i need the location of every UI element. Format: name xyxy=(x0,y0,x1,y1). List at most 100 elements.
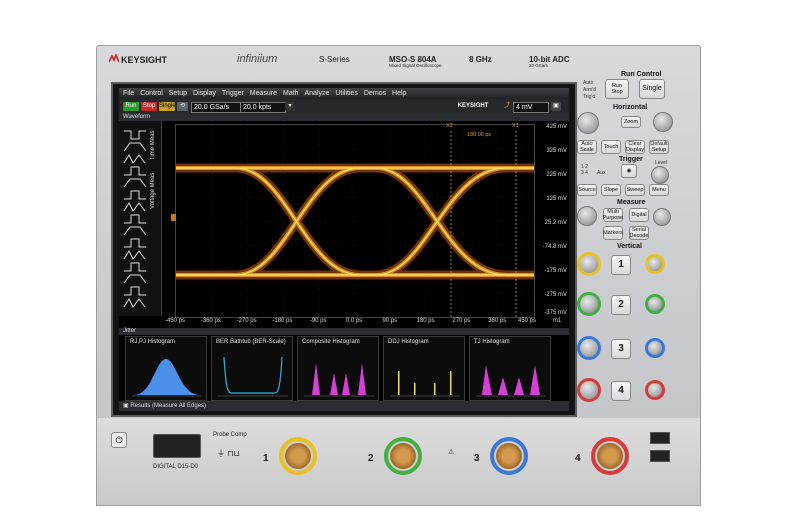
trigger-level-field[interactable]: 4 mV xyxy=(513,102,549,113)
ber-bathtub-histogram[interactable]: BER Bathtub (BER-Scale) xyxy=(211,336,293,401)
position-knob[interactable] xyxy=(577,206,597,226)
histogram-title: BER Bathtub (BER-Scale) xyxy=(216,339,286,345)
serial-decode-button[interactable]: Serial Decode xyxy=(629,226,649,240)
power-button-icon[interactable]: ⏻ xyxy=(111,432,127,448)
trigger-menu-button[interactable]: Menu xyxy=(649,184,669,196)
touch-button[interactable]: Touch xyxy=(601,140,621,154)
composite-histogram[interactable]: Composite Histogram xyxy=(297,336,379,401)
touchscreen[interactable]: File Control Setup Display Trigger Measu… xyxy=(119,88,569,411)
run-button[interactable]: Run xyxy=(123,102,139,111)
x-tick-label: 450 ps xyxy=(517,318,537,324)
trigger-sweep-button[interactable]: Sweep xyxy=(625,184,645,196)
ddj-histogram[interactable]: DDJ Histogram xyxy=(383,336,465,401)
ch3-scale-knob[interactable] xyxy=(577,336,601,360)
probe-comp-label: Probe Comp xyxy=(213,432,247,438)
memory-depth-field[interactable]: 20.0 kpts xyxy=(240,102,286,113)
horizontal-scale-knob[interactable] xyxy=(577,112,599,134)
usb-port-top[interactable] xyxy=(650,432,670,444)
trigger-slope-button[interactable]: Slope xyxy=(601,184,621,196)
single-button[interactable]: Single xyxy=(159,102,176,111)
channel-1-bnc-input[interactable] xyxy=(279,437,317,475)
ch2-scale-knob[interactable] xyxy=(577,292,601,316)
touchscreen-frame: File Control Setup Display Trigger Measu… xyxy=(111,82,577,417)
series-label: S-Series xyxy=(319,55,350,64)
ch1-button[interactable]: 1 xyxy=(611,255,631,275)
run-stop-button[interactable]: Run Stop xyxy=(605,79,629,99)
window-restore-icon[interactable]: ▣ xyxy=(551,102,561,111)
stop-button[interactable]: Stop xyxy=(141,102,157,111)
bandwidth-label: 8 GHz xyxy=(469,55,492,64)
y-tick-label: 25.2 mV xyxy=(544,220,567,226)
auto-scale-button[interactable]: Auto Scale xyxy=(577,140,597,154)
usb-port-bottom[interactable] xyxy=(650,450,670,462)
x-tick-label: -90 ps xyxy=(309,318,327,324)
trigger-source-button[interactable]: Source xyxy=(577,184,597,196)
menu-help[interactable]: Help xyxy=(392,90,406,97)
sample-rate-field[interactable]: 20.0 GSa/s xyxy=(191,102,241,113)
trigger-level-knob[interactable] xyxy=(651,166,669,184)
multi-purpose-button[interactable]: Multi Purpose xyxy=(603,208,623,222)
probe-comp-terminals-icon[interactable]: ⏚ ⊓⊔ xyxy=(217,448,240,459)
menu-demos[interactable]: Demos xyxy=(364,90,386,97)
menu-math[interactable]: Math xyxy=(283,90,299,97)
ch3-button[interactable]: 3 xyxy=(611,339,631,359)
menu-setup[interactable]: Setup xyxy=(169,90,187,97)
ch3-offset-knob[interactable] xyxy=(645,338,665,358)
menu-display[interactable]: Display xyxy=(193,90,216,97)
horizontal-position-knob[interactable] xyxy=(653,112,673,132)
zoom-button[interactable]: Zoom xyxy=(621,116,641,128)
eye-diagram-plot[interactable]: X2 X1 180.00 ps xyxy=(171,123,539,318)
measure-knob[interactable] xyxy=(653,208,671,226)
settings-icon[interactable]: ▾ xyxy=(285,102,295,111)
cursor-x2-label[interactable]: X2 xyxy=(446,123,453,129)
auto-scale-icon[interactable]: ⟲ xyxy=(177,102,188,111)
ch4-button[interactable]: 4 xyxy=(611,381,631,401)
menu-utilities[interactable]: Utilities xyxy=(335,90,358,97)
x-tick-label: 90 ps xyxy=(382,318,398,324)
x-tick-label: 360 ps xyxy=(488,318,507,324)
y-tick-label: -74.8 mV xyxy=(542,244,567,250)
tj-histogram[interactable]: TJ Histogram xyxy=(469,336,551,401)
toolbar: Run Stop Single ⟲ 20.0 GSa/s 20.0 kpts ▾… xyxy=(119,99,569,114)
measure-title: Measure xyxy=(617,199,646,206)
ch4-offset-knob[interactable] xyxy=(645,380,665,400)
tj-histogram-graphic xyxy=(476,365,546,397)
histogram-title: DDJ Histogram xyxy=(388,339,429,345)
menu-file[interactable]: File xyxy=(123,90,134,97)
ber-bathtub-graphic xyxy=(218,356,288,397)
histogram-title: TJ Histogram xyxy=(474,339,510,345)
channel-3-bnc-input[interactable] xyxy=(490,437,528,475)
cursor-x1-label[interactable]: X1 xyxy=(512,123,519,129)
default-setup-button[interactable]: Default Setup xyxy=(649,140,669,154)
channel-4-bnc-input[interactable] xyxy=(591,437,629,475)
ch2-button[interactable]: 2 xyxy=(611,295,631,315)
ch1-offset-knob[interactable] xyxy=(645,254,665,274)
measurement-side-panel: Time Meas Voltage Meas xyxy=(119,121,162,316)
single-button-hw[interactable]: Single xyxy=(639,79,665,99)
menu-analyze[interactable]: Analyze xyxy=(305,90,330,97)
tab-voltage-meas[interactable]: Voltage Meas xyxy=(150,167,160,215)
ground-marker-icon[interactable] xyxy=(171,214,176,221)
digital-button[interactable]: Digital xyxy=(629,208,649,222)
run-control-title: Run Control xyxy=(621,71,662,78)
warning-icon: ⚠ xyxy=(448,449,455,456)
clear-display-button[interactable]: Clear Display xyxy=(625,140,645,154)
x-tick-label: -360 ps xyxy=(200,318,221,324)
rj-pj-histogram[interactable]: RJ,PJ Histogram xyxy=(125,336,207,401)
ddj-histogram-graphic xyxy=(390,371,460,397)
trigger-slope-icon: ⤴ xyxy=(503,103,510,109)
ch2-offset-knob[interactable] xyxy=(645,294,665,314)
measurement-icons[interactable] xyxy=(121,125,149,313)
ch4-scale-knob[interactable] xyxy=(577,378,601,402)
tab-time-meas[interactable]: Time Meas xyxy=(150,125,160,165)
y-tick-label: 325 mV xyxy=(546,148,567,154)
channel-2-bnc-input[interactable] xyxy=(384,437,422,475)
menu-control[interactable]: Control xyxy=(140,90,163,97)
ch1-scale-knob[interactable] xyxy=(577,252,601,276)
results-bar[interactable]: ▣ Results (Measure All Edges) xyxy=(119,401,569,411)
digital-input-port[interactable] xyxy=(153,434,201,458)
menu-trigger[interactable]: Trigger xyxy=(222,90,244,97)
menu-measure[interactable]: Measure xyxy=(250,90,277,97)
trigger-mode-button[interactable]: ◉ xyxy=(621,164,637,178)
markers-button[interactable]: Markers xyxy=(603,226,623,240)
